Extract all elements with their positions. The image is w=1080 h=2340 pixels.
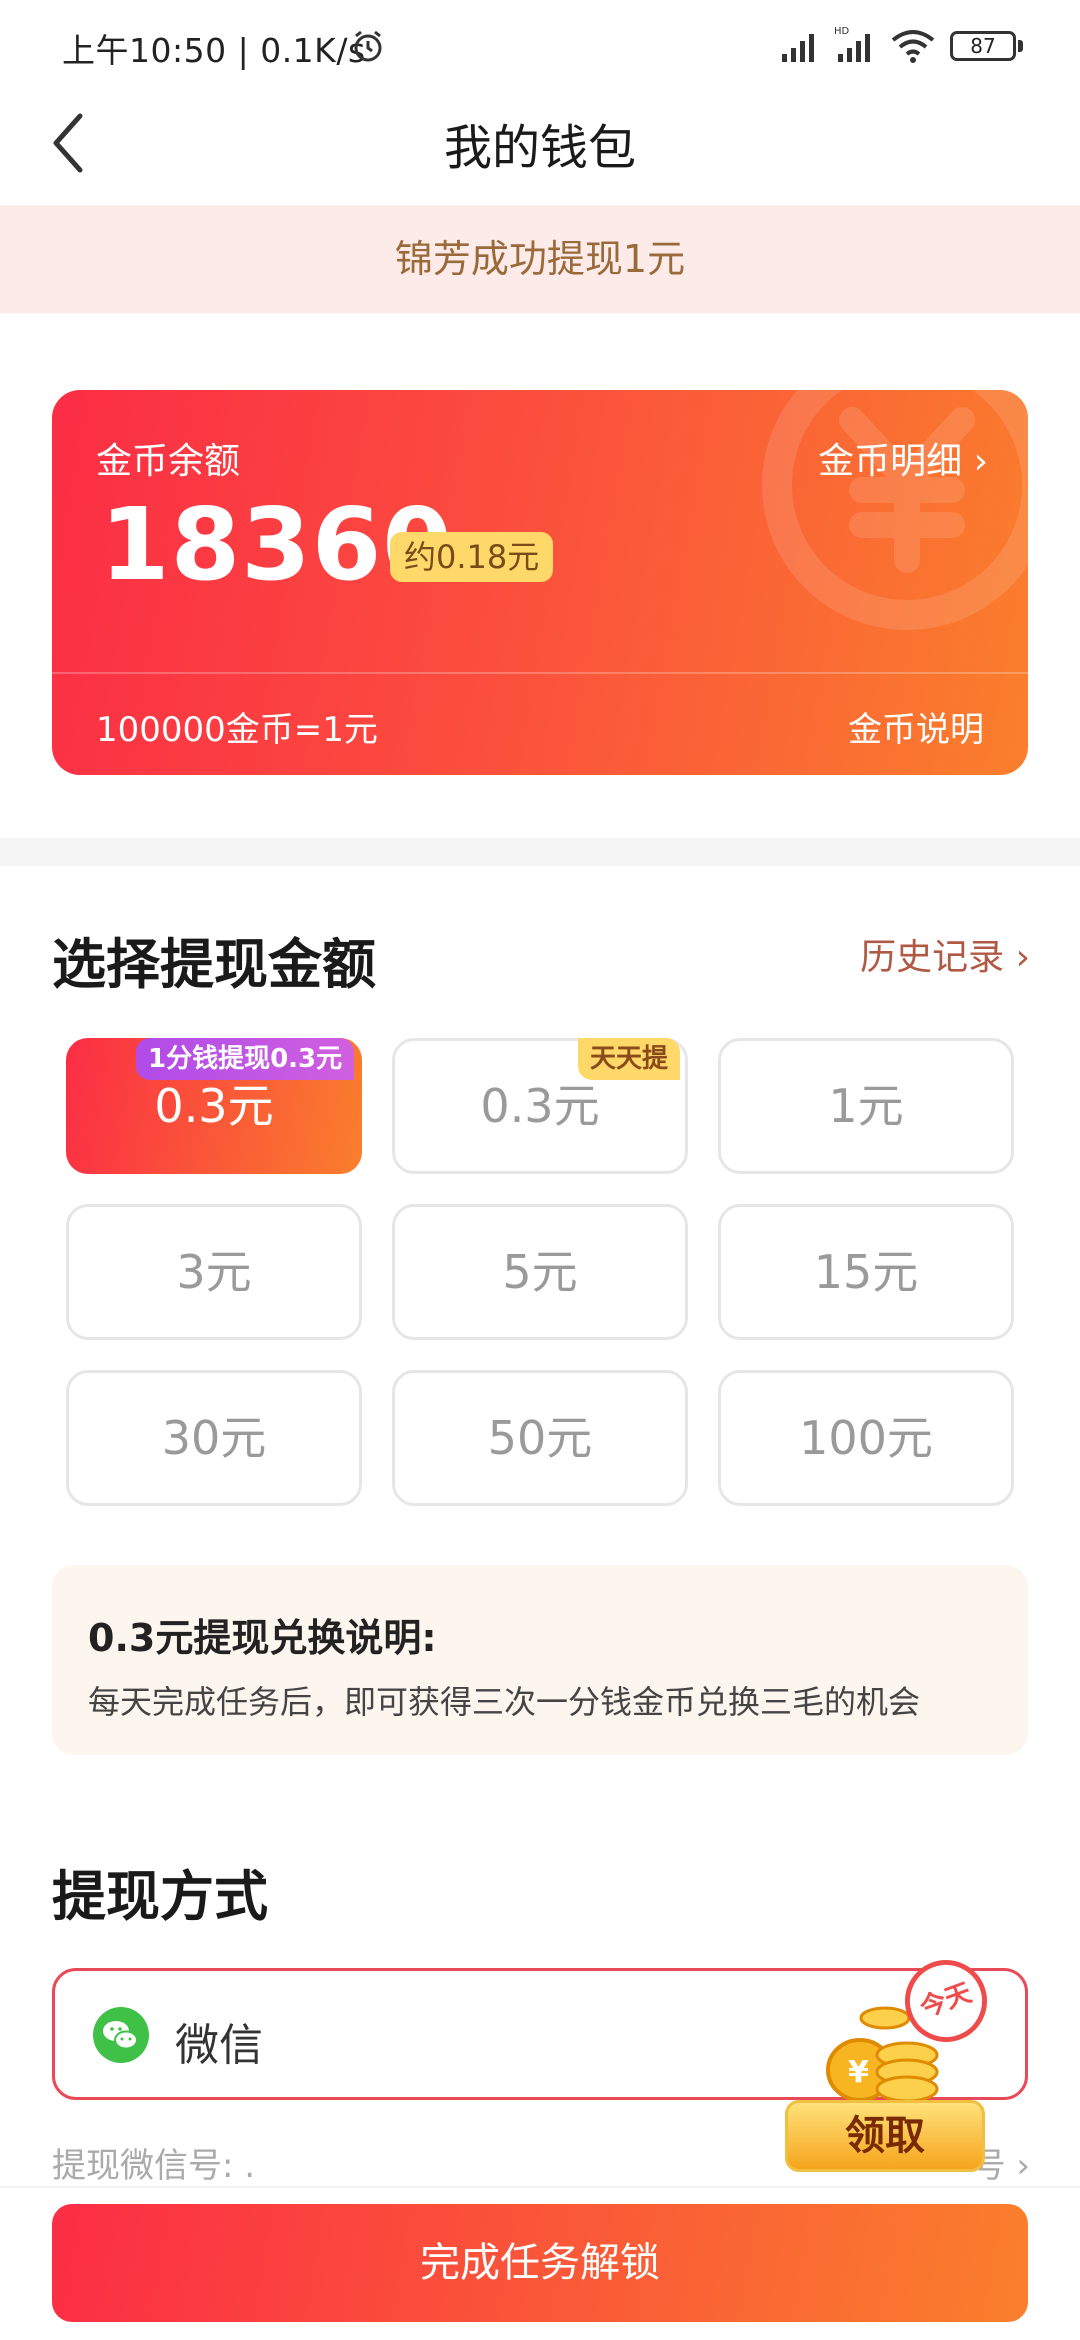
amount-option-label: 1元 bbox=[828, 1079, 904, 1133]
battery-tip bbox=[1018, 40, 1023, 52]
amount-option-label: 5元 bbox=[502, 1245, 578, 1299]
amount-option-3[interactable]: 3元 bbox=[66, 1204, 362, 1340]
explanation-body: 每天完成任务后，即可获得三次一分钱金币兑换三毛的机会 bbox=[88, 1683, 921, 1721]
coin-detail-link[interactable]: 金币明细 › bbox=[818, 432, 988, 484]
wifi-icon bbox=[891, 30, 935, 63]
amount-option-label: 15元 bbox=[813, 1245, 919, 1299]
page-title: 我的钱包 bbox=[443, 120, 636, 176]
wechat-icon bbox=[93, 2007, 149, 2063]
svg-text:HD: HD bbox=[834, 26, 850, 37]
option-badge: 1分钱提现0.3元 bbox=[136, 1038, 355, 1080]
amount-option-1[interactable]: 1元 bbox=[718, 1038, 1014, 1174]
complete-task-unlock-button[interactable]: 完成任务解锁 bbox=[52, 2204, 1028, 2322]
amount-option-50[interactable]: 50元 bbox=[392, 1370, 688, 1506]
exchange-explanation-box: 0.3元提现兑换说明: 每天完成任务后，即可获得三次一分钱金币兑换三毛的机会 bbox=[52, 1565, 1028, 1755]
withdraw-amount-title: 选择提现金额 bbox=[52, 933, 376, 996]
yuan-coin-icon bbox=[762, 390, 1028, 630]
amount-option-label: 50元 bbox=[487, 1411, 593, 1465]
amount-option-30[interactable]: 30元 bbox=[66, 1370, 362, 1506]
hd-signal-icon: HD bbox=[834, 26, 870, 62]
coin-explain-link[interactable]: 金币说明 bbox=[848, 702, 984, 751]
explanation-title: 0.3元提现兑换说明: bbox=[88, 1616, 437, 1660]
card-divider bbox=[52, 672, 1028, 674]
alarm-icon bbox=[354, 30, 382, 62]
status-time: 上午10:50 | 0.1K/s bbox=[62, 31, 366, 70]
amount-option-100[interactable]: 100元 bbox=[718, 1370, 1014, 1506]
method-label: 微信 bbox=[175, 2020, 263, 2071]
bottom-action-bar: 完成任务解锁 bbox=[0, 2186, 1080, 2340]
signal-icon bbox=[782, 34, 814, 62]
battery-indicator: 87 bbox=[950, 31, 1016, 61]
amount-option-label: 0.3元 bbox=[154, 1079, 274, 1133]
claim-button[interactable]: 领取 bbox=[785, 2100, 985, 2172]
balance-card: 金币余额 金币明细 › 18360 约0.18元 100000金币=1元 金币说… bbox=[52, 390, 1028, 775]
balance-approx-badge: 约0.18元 bbox=[390, 532, 554, 582]
amount-option-label: 100元 bbox=[799, 1411, 933, 1465]
amount-option-label: 0.3元 bbox=[480, 1079, 600, 1133]
amount-option-5[interactable]: 5元 bbox=[392, 1204, 688, 1340]
svg-text:¥: ¥ bbox=[848, 2055, 869, 2090]
amount-option-15[interactable]: 15元 bbox=[718, 1204, 1014, 1340]
exchange-rate: 100000金币=1元 bbox=[96, 710, 378, 750]
wechat-account-label: 提现微信号: . bbox=[52, 2146, 256, 2186]
balance-label: 金币余额 bbox=[96, 441, 241, 482]
claim-reward-floating[interactable]: ¥ 今天 领取 bbox=[785, 1948, 999, 2182]
amount-option-label: 3元 bbox=[176, 1245, 252, 1299]
section-divider bbox=[0, 838, 1080, 866]
option-badge: 天天提 bbox=[578, 1038, 681, 1080]
amount-option-label: 30元 bbox=[161, 1411, 267, 1465]
status-bar: 上午10:50 | 0.1K/s HD 87 bbox=[0, 0, 1080, 90]
history-link[interactable]: 历史记录 › bbox=[860, 928, 1030, 980]
withdraw-method-title: 提现方式 bbox=[52, 1865, 268, 1928]
withdraw-notice: 锦芳成功提现1元 bbox=[0, 205, 1080, 313]
